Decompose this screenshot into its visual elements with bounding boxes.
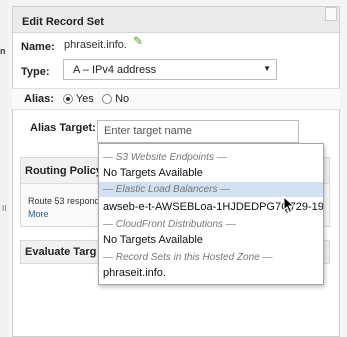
dropdown-group-s3: — S3 Website Endpoints — bbox=[103, 152, 227, 163]
caret-down-icon: ▼ bbox=[263, 64, 271, 73]
dropdown-option-phraseit[interactable]: phraseit.info. bbox=[99, 266, 323, 281]
resize-grip-icon[interactable]: II bbox=[2, 204, 6, 213]
routing-policy-text: Route 53 respond bbox=[28, 196, 100, 206]
dropdown-group-cloudfront: — CloudFront Distributions — bbox=[103, 219, 236, 230]
background-text-fragment: n bbox=[0, 46, 6, 56]
dropdown-option-cloudfront-none[interactable]: No Targets Available bbox=[99, 233, 323, 248]
dropdown-option-s3-none[interactable]: No Targets Available bbox=[99, 166, 323, 181]
alias-no-option[interactable]: No bbox=[102, 93, 129, 105]
panel-header: Edit Record Set bbox=[13, 7, 339, 33]
alias-row bbox=[12, 88, 340, 110]
alias-label: Alias: bbox=[24, 93, 54, 105]
name-value: phraseit.info. bbox=[64, 39, 127, 51]
type-select-value: A – IPv4 address bbox=[73, 64, 157, 76]
close-panel-button[interactable] bbox=[325, 7, 337, 21]
type-label: Type: bbox=[21, 66, 50, 78]
alias-target-label: Alias Target: bbox=[30, 122, 96, 134]
mouse-pointer-icon bbox=[283, 196, 295, 214]
routing-policy-more-link[interactable]: More bbox=[28, 209, 49, 219]
dropdown-group-recordsets: — Record Sets in this Hosted Zone — bbox=[103, 252, 273, 263]
pencil-icon[interactable]: ✎ bbox=[133, 34, 143, 48]
alias-target-input[interactable]: Enter target name bbox=[97, 120, 299, 143]
alias-target-placeholder: Enter target name bbox=[104, 125, 193, 137]
panel-title: Edit Record Set bbox=[22, 16, 104, 28]
name-label: Name: bbox=[21, 41, 55, 53]
alias-no-radio[interactable] bbox=[102, 94, 112, 105]
alias-yes-label: Yes bbox=[75, 93, 94, 105]
alias-target-dropdown[interactable]: — S3 Website Endpoints — No Targets Avai… bbox=[98, 143, 324, 285]
type-select[interactable]: A – IPv4 address ▼ bbox=[63, 59, 277, 80]
dropdown-group-elb: — Elastic Load Balancers — bbox=[99, 182, 323, 197]
alias-yes-radio[interactable] bbox=[63, 94, 73, 105]
alias-no-label: No bbox=[115, 93, 130, 105]
alias-yes-option[interactable]: Yes bbox=[63, 93, 94, 105]
